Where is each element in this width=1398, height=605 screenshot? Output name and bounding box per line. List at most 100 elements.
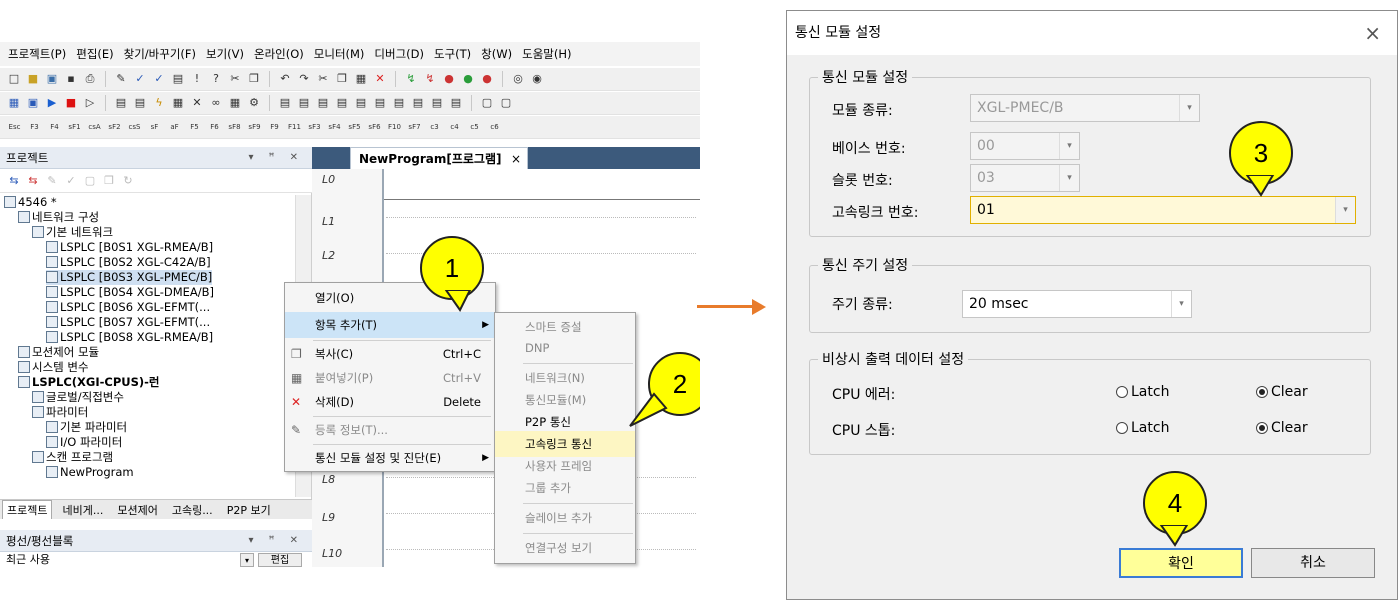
hslink-number-combo[interactable]: 01 ▾ [970, 196, 1356, 224]
menu-online[interactable]: 온라인(O) [254, 46, 304, 62]
tree-node[interactable]: 파라미터 [32, 405, 88, 420]
cpu-stop-clear-radio[interactable]: Clear [1256, 420, 1308, 436]
redo-icon[interactable]: ↷ [296, 71, 312, 87]
tab-hslink[interactable]: 고속링... [168, 501, 217, 519]
ladder-tool-button[interactable]: c4 [446, 119, 463, 135]
ladder-tool-button[interactable]: sF3 [306, 119, 323, 135]
menu-item-comm-settings[interactable]: 통신 모듈 설정 및 진단(E) ▶ [285, 445, 495, 471]
new-file-icon[interactable]: □ [6, 71, 22, 87]
tree-node[interactable]: LSPLC [B0S7 XGL-EFMT(... [46, 315, 210, 330]
menu-view[interactable]: 보기(V) [206, 46, 244, 62]
lock-pane-icon[interactable]: ▢ [82, 173, 98, 189]
cut2-icon[interactable]: ✂ [315, 71, 331, 87]
view7-icon[interactable]: ▤ [391, 95, 407, 111]
menu-monitor[interactable]: 모니터(M) [314, 46, 365, 62]
ladder-tool-button[interactable]: F3 [26, 119, 43, 135]
pane2-controls[interactable]: ▾ ꟸ ✕ [248, 530, 304, 552]
cut-icon[interactable]: ✂ [227, 71, 243, 87]
dropdown-arrow-icon[interactable]: ▾ [240, 553, 254, 567]
period-type-combo[interactable]: 20 msec ▾ [962, 290, 1192, 318]
ladder-tool-button[interactable]: sF1 [66, 119, 83, 135]
compile-icon[interactable]: ✓ [151, 71, 167, 87]
tree-node[interactable]: I/O 파라미터 [46, 435, 122, 450]
pause-icon[interactable]: ▷ [82, 95, 98, 111]
view10-icon[interactable]: ▤ [448, 95, 464, 111]
copy-pane-icon[interactable]: ❐ [101, 173, 117, 189]
menu-help[interactable]: 도움말(H) [522, 46, 571, 62]
menu-item-properties[interactable]: ✎ 등록 정보(T)... [285, 417, 495, 443]
submenu-item-add-slave[interactable]: 슬레이브 추가 [495, 505, 635, 531]
compare-icon[interactable]: ▤ [113, 95, 129, 111]
submenu-item-view-connections[interactable]: 연결구성 보기 [495, 535, 635, 561]
view8-icon[interactable]: ▤ [410, 95, 426, 111]
link-icon[interactable]: ∞ [208, 95, 224, 111]
find-icon[interactable]: ◉ [529, 71, 545, 87]
view1-icon[interactable]: ▤ [277, 95, 293, 111]
view4-icon[interactable]: ▤ [334, 95, 350, 111]
ladder-tool-button[interactable]: Esc [6, 119, 23, 135]
ladder-tool-button[interactable]: c3 [426, 119, 443, 135]
undo-icon[interactable]: ↶ [277, 71, 293, 87]
refresh-pane-icon[interactable]: ↻ [120, 173, 136, 189]
read-icon[interactable]: ● [460, 71, 476, 87]
tree-node[interactable]: 네트워크 구성 [18, 210, 99, 225]
ladder-tool-button[interactable]: aF [166, 119, 183, 135]
copy2-icon[interactable]: ❐ [334, 71, 350, 87]
view3-icon[interactable]: ▤ [315, 95, 331, 111]
ladder-tool-button[interactable]: F5 [186, 119, 203, 135]
ladder-tool-button[interactable]: sF8 [226, 119, 243, 135]
ladder-tool-button[interactable]: csA [86, 119, 103, 135]
info-icon[interactable]: ! [189, 71, 205, 87]
ladder-tool-button[interactable]: F11 [286, 119, 303, 135]
paste-icon[interactable]: ▦ [353, 71, 369, 87]
menu-edit[interactable]: 편집(E) [76, 46, 113, 62]
tab-project[interactable]: 프로젝트 [2, 500, 53, 519]
table-icon[interactable]: ▦ [170, 95, 186, 111]
menu-debug[interactable]: 디버그(D) [374, 46, 424, 62]
ladder-tool-button[interactable]: F10 [386, 119, 403, 135]
ladder-tool-button[interactable]: sF4 [326, 119, 343, 135]
tab-motion[interactable]: 모션제어 [113, 501, 161, 519]
ladder-tool-button[interactable]: csS [126, 119, 143, 135]
menu-project[interactable]: 프로젝트(P) [8, 46, 66, 62]
tab-navigator[interactable]: 네비게... [58, 501, 107, 519]
settings-icon[interactable]: ⚙ [246, 95, 262, 111]
ladder-tool-button[interactable]: sF [146, 119, 163, 135]
menu-tools[interactable]: 도구(T) [434, 46, 471, 62]
tree-node[interactable]: LSPLC [B0S2 XGL-C42A/B] [46, 255, 211, 270]
disconnect-icon[interactable]: ↯ [422, 71, 438, 87]
tree-node[interactable]: 스캔 프로그램 [32, 450, 113, 465]
window2-icon[interactable]: ▢ [498, 95, 514, 111]
preview-icon[interactable]: ▤ [170, 71, 186, 87]
delete-icon[interactable]: ✕ [372, 71, 388, 87]
stop-icon[interactable]: ● [479, 71, 495, 87]
cpu-error-clear-radio[interactable]: Clear [1256, 384, 1308, 400]
grid-icon[interactable]: ▦ [227, 95, 243, 111]
menu-window[interactable]: 창(W) [481, 46, 512, 62]
ladder-tool-button[interactable]: F9 [266, 119, 283, 135]
tree-node[interactable]: 시스템 변수 [18, 360, 89, 375]
tree-node[interactable]: 4546 * [4, 195, 57, 210]
view9-icon[interactable]: ▤ [429, 95, 445, 111]
view2-icon[interactable]: ▤ [296, 95, 312, 111]
zoom-icon[interactable]: ◎ [510, 71, 526, 87]
open-project-icon[interactable]: ▣ [44, 71, 60, 87]
tree-node[interactable]: 모션제어 모듈 [18, 345, 99, 360]
monitor-icon[interactable]: ▣ [25, 95, 41, 111]
cpu-stop-latch-radio[interactable]: Latch [1116, 420, 1169, 436]
tree-node[interactable]: LSPLC [B0S4 XGL-DMEA/B] [46, 285, 214, 300]
ladder-tool-button[interactable]: c5 [466, 119, 483, 135]
ladder-tool-button[interactable]: sF2 [106, 119, 123, 135]
copy-icon[interactable]: ❐ [246, 71, 262, 87]
pane-controls[interactable]: ▾ ꟸ ✕ [248, 147, 304, 169]
flash-icon[interactable]: ϟ [151, 95, 167, 111]
cpu-error-latch-radio[interactable]: Latch [1116, 384, 1169, 400]
tree-node[interactable]: LSPLC [B0S1 XGL-RMEA/B] [46, 240, 213, 255]
connect-status-icon[interactable]: ⇆ [6, 173, 22, 189]
tree-node[interactable]: 기본 네트워크 [32, 225, 113, 240]
menu-item-copy[interactable]: ❐ 복사(C) Ctrl+C [285, 341, 495, 367]
tab-newprogram[interactable]: NewProgram[프로그램] × [350, 147, 528, 169]
connect-icon[interactable]: ↯ [403, 71, 419, 87]
help-icon[interactable]: ? [208, 71, 224, 87]
menu-item-delete[interactable]: ✕ 삭제(D) Delete [285, 389, 495, 415]
